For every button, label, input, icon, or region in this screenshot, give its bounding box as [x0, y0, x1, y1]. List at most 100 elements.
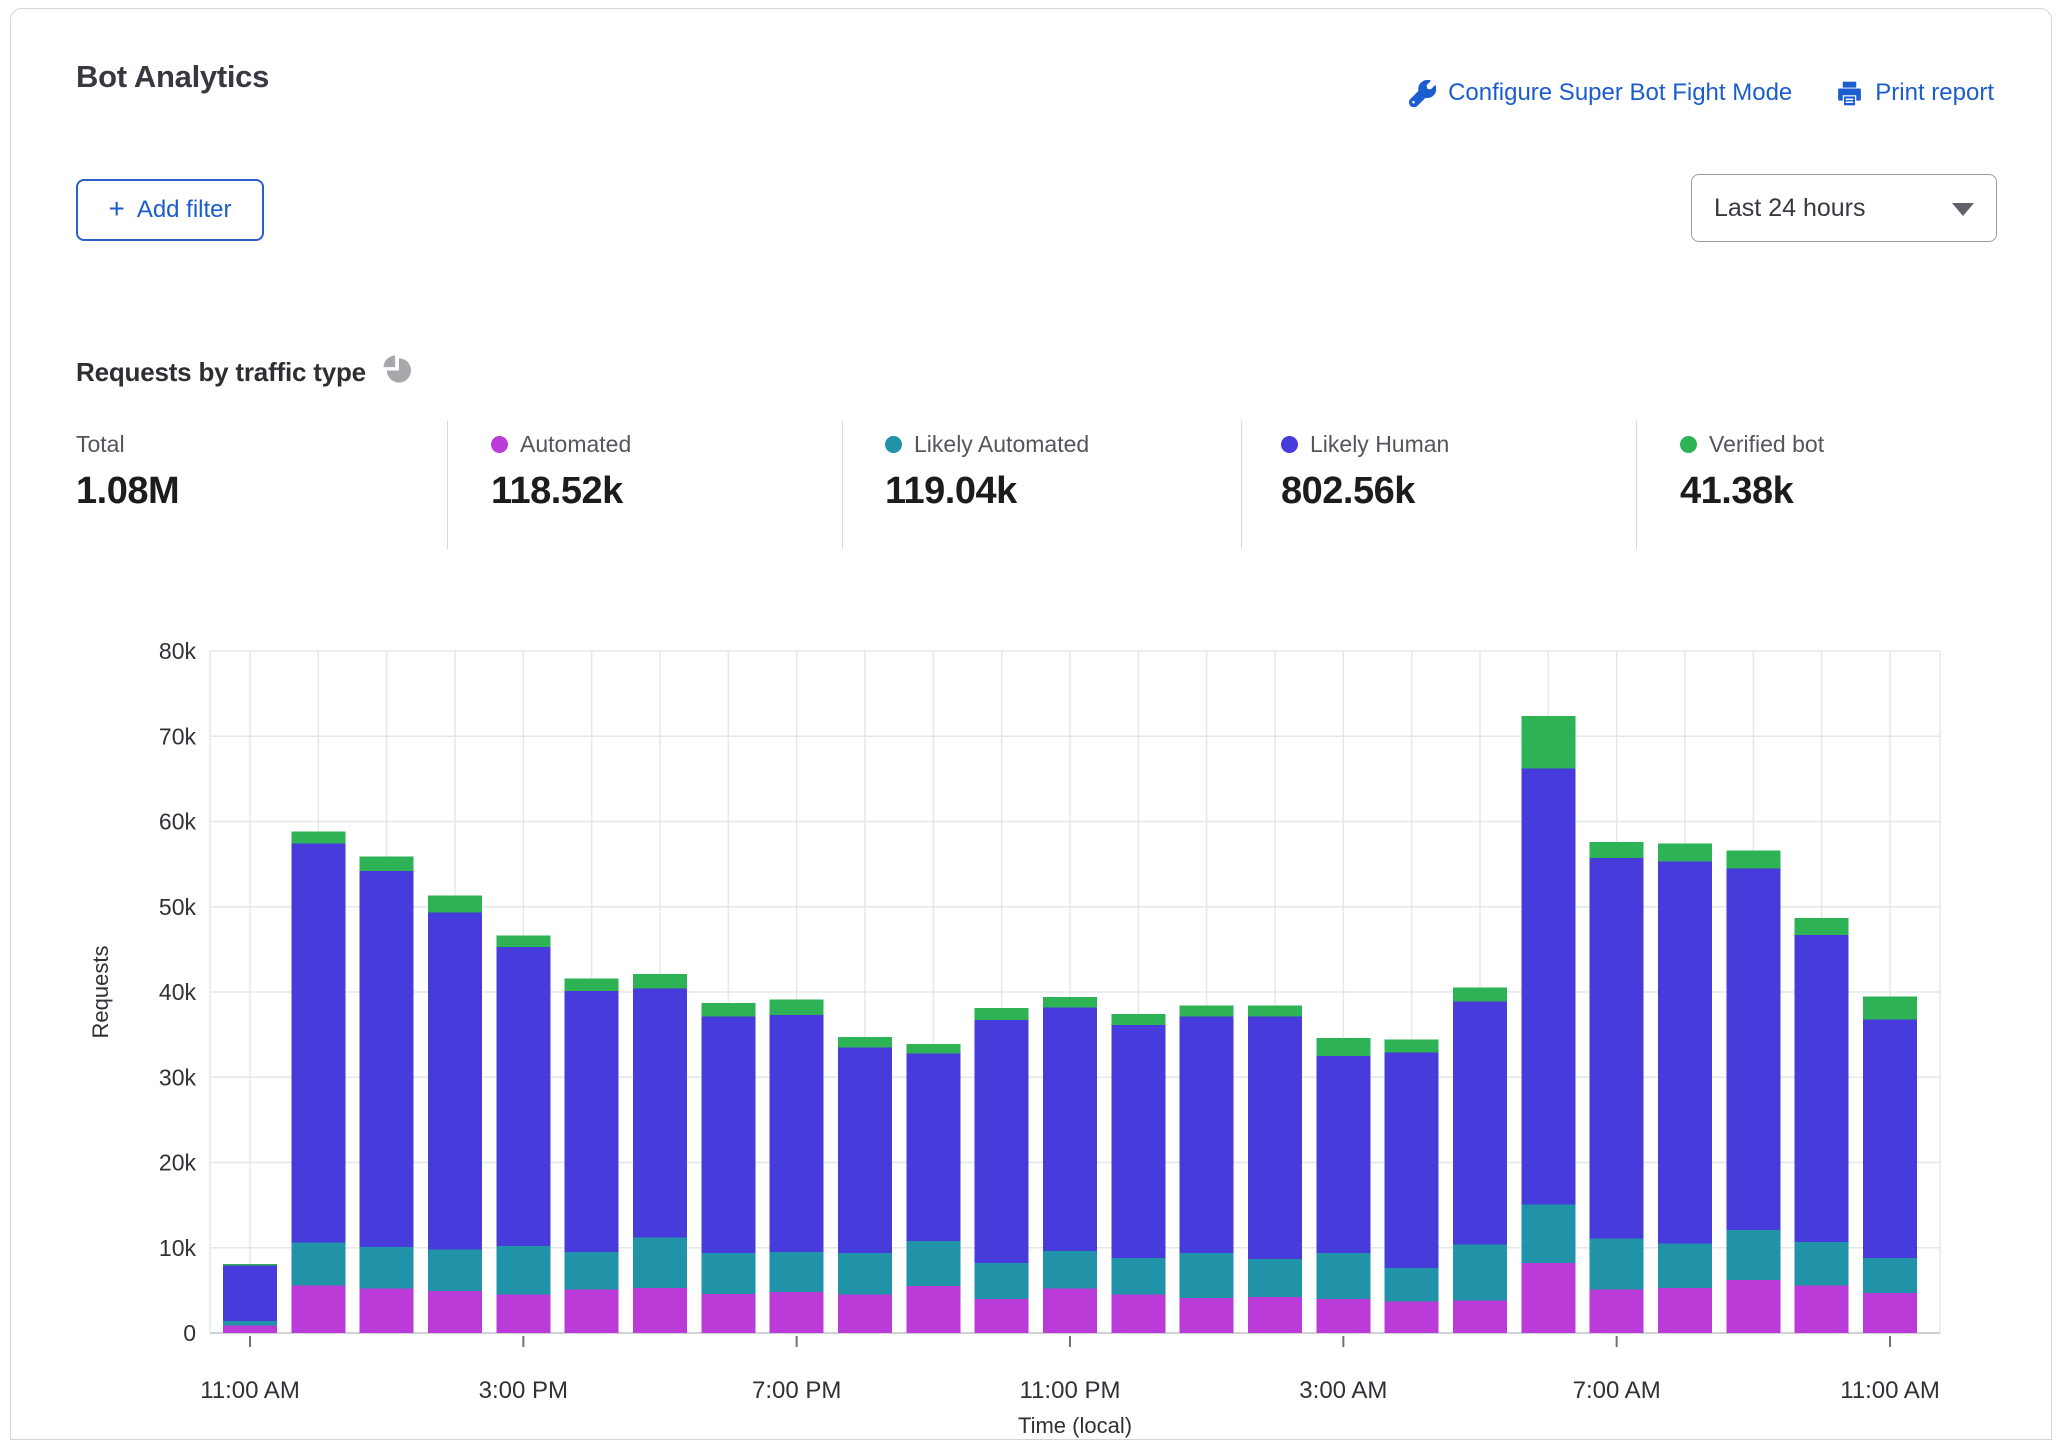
requests-by-traffic-type-chart: 010k20k30k40k50k60k70k80k11:00 AM3:00 PM…: [0, 0, 2062, 1450]
bar-segment-verified-bot: [701, 1003, 755, 1017]
y-axis-title: Requests: [88, 946, 113, 1039]
bar-segment-verified-bot: [1248, 1006, 1302, 1017]
bar-segment-likely-automated: [838, 1253, 892, 1295]
bar-group-hour-17[interactable]: [1385, 1040, 1439, 1333]
bar-segment-likely-human: [1795, 935, 1849, 1242]
bar-segment-verified-bot: [1316, 1038, 1370, 1056]
bar-segment-likely-human: [1180, 1017, 1234, 1253]
bar-segment-likely-automated: [1111, 1258, 1165, 1295]
bar-segment-verified-bot: [906, 1044, 960, 1053]
bar-segment-likely-automated: [1795, 1242, 1849, 1285]
bar-group-hour-6[interactable]: [633, 974, 687, 1333]
y-axis-tick-label: 10k: [159, 1235, 197, 1261]
bar-group-hour-21[interactable]: [1658, 844, 1712, 1333]
bar-segment-likely-automated: [633, 1238, 687, 1288]
x-axis-tick-label: 11:00 PM: [1020, 1377, 1121, 1404]
x-axis-tick-label: 3:00 PM: [479, 1377, 568, 1404]
y-axis-tick-label: 70k: [159, 723, 197, 749]
bar-segment-verified-bot: [1180, 1006, 1234, 1017]
bar-segment-likely-human: [1385, 1053, 1439, 1269]
bar-segment-automated: [1795, 1285, 1849, 1333]
bar-segment-likely-human: [428, 913, 482, 1250]
bar-group-hour-16[interactable]: [1316, 1038, 1370, 1333]
bar-segment-verified-bot: [1521, 716, 1575, 769]
bar-group-hour-3[interactable]: [428, 896, 482, 1333]
bar-group-hour-20[interactable]: [1590, 842, 1644, 1333]
bar-segment-likely-human: [701, 1017, 755, 1253]
bar-segment-automated: [1726, 1280, 1780, 1333]
bar-group-hour-18[interactable]: [1453, 988, 1507, 1333]
bar-group-hour-22[interactable]: [1726, 850, 1780, 1333]
bar-group-hour-7[interactable]: [701, 1003, 755, 1333]
bar-group-hour-8[interactable]: [770, 1000, 824, 1333]
bar-segment-likely-automated: [701, 1253, 755, 1294]
bar-segment-likely-automated: [496, 1246, 550, 1295]
bar-segment-verified-bot: [496, 936, 550, 947]
y-axis-tick-label: 20k: [159, 1150, 197, 1176]
bar-segment-verified-bot: [975, 1008, 1029, 1020]
bar-segment-verified-bot: [1726, 850, 1780, 868]
bar-segment-verified-bot: [1453, 988, 1507, 1002]
bar-segment-likely-human: [565, 991, 619, 1252]
bar-segment-automated: [633, 1288, 687, 1333]
bar-segment-likely-automated: [1453, 1244, 1507, 1300]
bar-segment-likely-human: [1658, 862, 1712, 1244]
bar-segment-automated: [1521, 1263, 1575, 1333]
bar-segment-likely-human: [633, 989, 687, 1238]
bar-segment-likely-human: [1590, 858, 1644, 1238]
bar-group-hour-23[interactable]: [1795, 918, 1849, 1333]
x-axis-tick-labels: 11:00 AM3:00 PM7:00 PM11:00 PM3:00 AM7:0…: [200, 1336, 1940, 1404]
y-axis-tick-labels: 010k20k30k40k50k60k70k80k: [159, 638, 197, 1346]
bar-group-hour-1[interactable]: [291, 832, 345, 1333]
bar-segment-automated: [1863, 1293, 1917, 1333]
bar-segment-automated: [1385, 1301, 1439, 1333]
bar-segment-automated: [770, 1292, 824, 1333]
bar-group-hour-13[interactable]: [1111, 1014, 1165, 1333]
bar-segment-likely-human: [975, 1020, 1029, 1263]
bar-segment-automated: [1180, 1298, 1234, 1333]
bar-segment-verified-bot: [565, 978, 619, 991]
bar-segment-likely-automated: [1863, 1258, 1917, 1293]
bar-group-hour-2[interactable]: [360, 856, 414, 1333]
bar-segment-likely-human: [1111, 1025, 1165, 1258]
y-axis-tick-label: 50k: [159, 894, 197, 920]
bar-segment-verified-bot: [838, 1037, 892, 1047]
bar-segment-likely-human: [291, 844, 345, 1243]
bar-segment-verified-bot: [360, 856, 414, 870]
bar-group-hour-0[interactable]: [223, 1264, 277, 1333]
bar-segment-likely-human: [770, 1015, 824, 1252]
bar-group-hour-9[interactable]: [838, 1037, 892, 1333]
bar-segment-likely-human: [1453, 1001, 1507, 1244]
bar-segment-likely-human: [1521, 769, 1575, 1205]
y-axis-tick-label: 60k: [159, 809, 197, 835]
bar-segment-likely-automated: [975, 1263, 1029, 1299]
bar-segment-verified-bot: [770, 1000, 824, 1015]
bar-group-hour-15[interactable]: [1248, 1006, 1302, 1333]
bar-segment-automated: [1316, 1299, 1370, 1333]
bar-segment-likely-automated: [1385, 1268, 1439, 1301]
bar-group-hour-12[interactable]: [1043, 997, 1097, 1333]
x-axis-tick-label: 3:00 AM: [1299, 1377, 1387, 1404]
bar-group-hour-14[interactable]: [1180, 1006, 1234, 1333]
bar-group-hour-19[interactable]: [1521, 716, 1575, 1333]
bar-segment-automated: [1248, 1297, 1302, 1333]
bar-segment-verified-bot: [291, 832, 345, 844]
bar-segment-likely-automated: [428, 1249, 482, 1291]
bar-group-hour-5[interactable]: [565, 978, 619, 1333]
y-axis-tick-label: 30k: [159, 1064, 197, 1090]
bar-group-hour-24[interactable]: [1863, 996, 1917, 1333]
y-axis-tick-label: 40k: [159, 979, 197, 1005]
bar-segment-likely-automated: [1521, 1204, 1575, 1263]
bar-segment-likely-automated: [1590, 1238, 1644, 1289]
bar-segment-verified-bot: [1863, 996, 1917, 1019]
bar-segment-likely-human: [1863, 1019, 1917, 1258]
bar-group-hour-10[interactable]: [906, 1044, 960, 1333]
bar-segment-likely-human: [360, 871, 414, 1247]
bar-segment-verified-bot: [428, 896, 482, 913]
bar-segment-verified-bot: [1795, 918, 1849, 935]
bar-group-hour-4[interactable]: [496, 936, 550, 1333]
bar-segment-likely-automated: [1180, 1253, 1234, 1298]
bar-segment-automated: [1658, 1288, 1712, 1333]
bar-segment-verified-bot: [1043, 997, 1097, 1007]
bar-group-hour-11[interactable]: [975, 1008, 1029, 1333]
